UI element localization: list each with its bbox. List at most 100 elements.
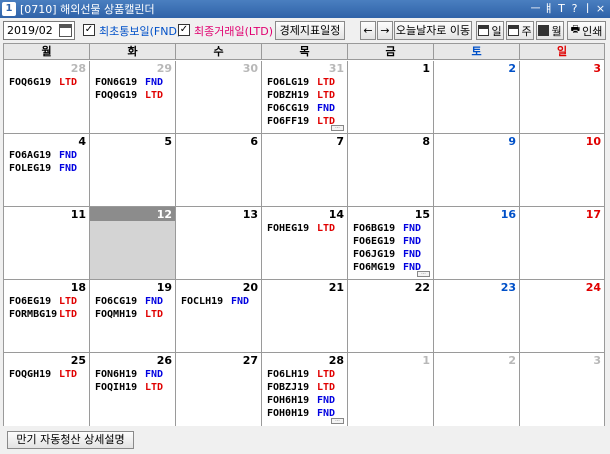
event-type-badge: FND	[317, 395, 336, 406]
calendar-day-cell[interactable]: 25 FOQGH19 LTD	[4, 353, 90, 426]
event-item[interactable]: FOQMH19 LTD	[95, 308, 173, 321]
calendar-day-cell[interactable]: 30	[176, 61, 262, 133]
economic-indicator-button[interactable]: 경제지표일정	[275, 21, 345, 40]
day-number: 31	[328, 62, 344, 75]
auto-liquidation-detail-button[interactable]: 만기 자동청산 상세설명	[7, 431, 134, 449]
event-item[interactable]: FON6G19 FND	[95, 76, 173, 89]
event-code: FO6MG19	[353, 262, 396, 273]
calendar-day-cell[interactable]: 15 FO6BG19 FND FO6EG19 FND FO6JG19 FND FO6MG19 F…	[348, 207, 434, 279]
calendar-day-cell[interactable]: 4 FO6AG19 FND FOLEG19 FND	[4, 134, 90, 206]
calendar-day-cell[interactable]: 13	[176, 207, 262, 279]
calendar-day-cell[interactable]: 7	[262, 134, 348, 206]
calendar-day-cell[interactable]: 19 FO6CG19 FND FOQMH19 LTD	[90, 280, 176, 352]
event-type-badge: FND	[317, 103, 336, 114]
more-events-icon[interactable]: ···	[331, 418, 344, 424]
print-button[interactable]: 🖶 인쇄	[567, 21, 606, 40]
event-item[interactable]: FOQGH19 LTD	[9, 368, 87, 381]
calendar-day-cell[interactable]: 3	[520, 353, 604, 426]
event-item[interactable]: FOQ6G19 LTD	[9, 76, 87, 89]
calendar-day-cell[interactable]: 5	[90, 134, 176, 206]
event-item[interactable]: FOQIH19 LTD	[95, 381, 173, 394]
calendar-day-cell[interactable]: 10	[520, 134, 604, 206]
day-number: 4	[78, 135, 86, 148]
event-item[interactable]: FO6LG19 LTD	[267, 76, 345, 89]
event-item[interactable]: FOLEG19 FND	[9, 162, 87, 175]
event-item[interactable]: FO6EG19 FND	[353, 235, 431, 248]
day-view-button[interactable]: 일	[476, 21, 504, 40]
calendar-icon[interactable]	[59, 24, 72, 37]
calendar-day-cell[interactable]: 31 FO6LG19 LTD FOBZH19 LTD FO6CG19 FND FO6FF19 L…	[262, 61, 348, 133]
today-button[interactable]: 오늘날자로 이동	[394, 21, 472, 40]
event-code: FO6CG19	[267, 103, 310, 114]
calendar-day-cell[interactable]: 11	[4, 207, 90, 279]
day-number: 5	[164, 135, 172, 148]
calendar-day-cell[interactable]: 24	[520, 280, 604, 352]
month-view-label: 월	[551, 24, 562, 38]
event-type-badge: LTD	[145, 90, 164, 101]
event-list: FON6H19 FND FOQIH19 LTD	[95, 368, 173, 394]
week-view-button[interactable]: 주	[506, 21, 534, 40]
day-number: 28	[328, 354, 344, 367]
calendar-day-cell[interactable]: 22	[348, 280, 434, 352]
calendar-day-cell[interactable]: 26 FON6H19 FND FOQIH19 LTD	[90, 353, 176, 426]
calendar-day-cell[interactable]: 9	[434, 134, 520, 206]
calendar-day-cell[interactable]: 27	[176, 353, 262, 426]
minimize-icon[interactable]: ㅡ	[529, 1, 542, 16]
event-item[interactable]: FOBZJ19 LTD	[267, 381, 345, 394]
prev-month-button[interactable]: ←	[360, 21, 376, 40]
event-type-badge: LTD	[317, 382, 336, 393]
month-view-button[interactable]: 월	[536, 21, 564, 40]
calendar-day-cell[interactable]: 3	[520, 61, 604, 133]
event-item[interactable]: FO6AG19 FND	[9, 149, 87, 162]
calendar-day-cell[interactable]: 20 FOCLH19 FND	[176, 280, 262, 352]
event-item[interactable]: FOCLH19 FND	[181, 295, 259, 308]
event-item[interactable]: FORMBG19 LTD	[9, 308, 87, 321]
calendar-week-row: 18 FO6EG19 LTD FORMBG19 LTD 19 FO6CG19 FND FOQMH…	[4, 280, 604, 353]
calendar-day-cell[interactable]: 28 FOQ6G19 LTD	[4, 61, 90, 133]
more-events-icon[interactable]: ···	[331, 125, 344, 131]
event-item[interactable]: FOH6H19 FND	[267, 394, 345, 407]
fnd-checkbox[interactable]: ✓	[83, 24, 95, 36]
event-item[interactable]: FOQ0G19 LTD	[95, 89, 173, 102]
ltd-checkbox[interactable]: ✓	[178, 24, 190, 36]
day-number: 14	[328, 208, 344, 221]
restore-icon[interactable]: ㅣ	[581, 1, 594, 16]
day-view-label: 일	[491, 24, 502, 38]
calendar-day-cell[interactable]: 16	[434, 207, 520, 279]
event-item[interactable]: FO6LH19 LTD	[267, 368, 345, 381]
calendar-day-cell[interactable]: 1	[348, 353, 434, 426]
calendar-day-cell[interactable]: 12	[90, 207, 176, 279]
calendar-day-cell[interactable]: 2	[434, 61, 520, 133]
calendar-day-cell[interactable]: 6	[176, 134, 262, 206]
event-type-badge: LTD	[59, 77, 78, 88]
font-icon[interactable]: T	[555, 1, 568, 16]
month-date-input[interactable]: 2019/02	[3, 21, 75, 40]
weekday-fri: 금	[348, 44, 434, 60]
link-icon[interactable]: ㅒ	[542, 1, 555, 16]
weekday-mon: 월	[4, 44, 90, 60]
event-item[interactable]: FOHEG19 LTD	[267, 222, 345, 235]
calendar-day-cell[interactable]: 1	[348, 61, 434, 133]
more-events-icon[interactable]: ···	[417, 271, 430, 277]
event-item[interactable]: FO6BG19 FND	[353, 222, 431, 235]
event-item[interactable]: FON6H19 FND	[95, 368, 173, 381]
event-item[interactable]: FOBZH19 LTD	[267, 89, 345, 102]
calendar-day-cell[interactable]: 14 FOHEG19 LTD	[262, 207, 348, 279]
help-icon[interactable]: ?	[568, 1, 581, 16]
event-item[interactable]: FO6JG19 FND	[353, 248, 431, 261]
calendar-day-cell[interactable]: 17	[520, 207, 604, 279]
calendar-day-cell[interactable]: 2	[434, 353, 520, 426]
calendar-day-cell[interactable]: 28 FO6LH19 LTD FOBZJ19 LTD FOH6H19 FND FOH0H19 F…	[262, 353, 348, 426]
calendar-day-cell[interactable]: 8	[348, 134, 434, 206]
calendar-day-cell[interactable]: 21	[262, 280, 348, 352]
weekday-tue: 화	[90, 44, 176, 60]
calendar-day-cell[interactable]: 29 FON6G19 FND FOQ0G19 LTD	[90, 61, 176, 133]
event-item[interactable]: FO6EG19 LTD	[9, 295, 87, 308]
event-item[interactable]: FO6CG19 FND	[267, 102, 345, 115]
close-icon[interactable]: ×	[594, 1, 607, 16]
calendar-day-cell[interactable]: 18 FO6EG19 LTD FORMBG19 LTD	[4, 280, 90, 352]
next-month-button[interactable]: →	[377, 21, 393, 40]
event-item[interactable]: FO6CG19 FND	[95, 295, 173, 308]
day-number: 19	[156, 281, 172, 294]
calendar-day-cell[interactable]: 23	[434, 280, 520, 352]
